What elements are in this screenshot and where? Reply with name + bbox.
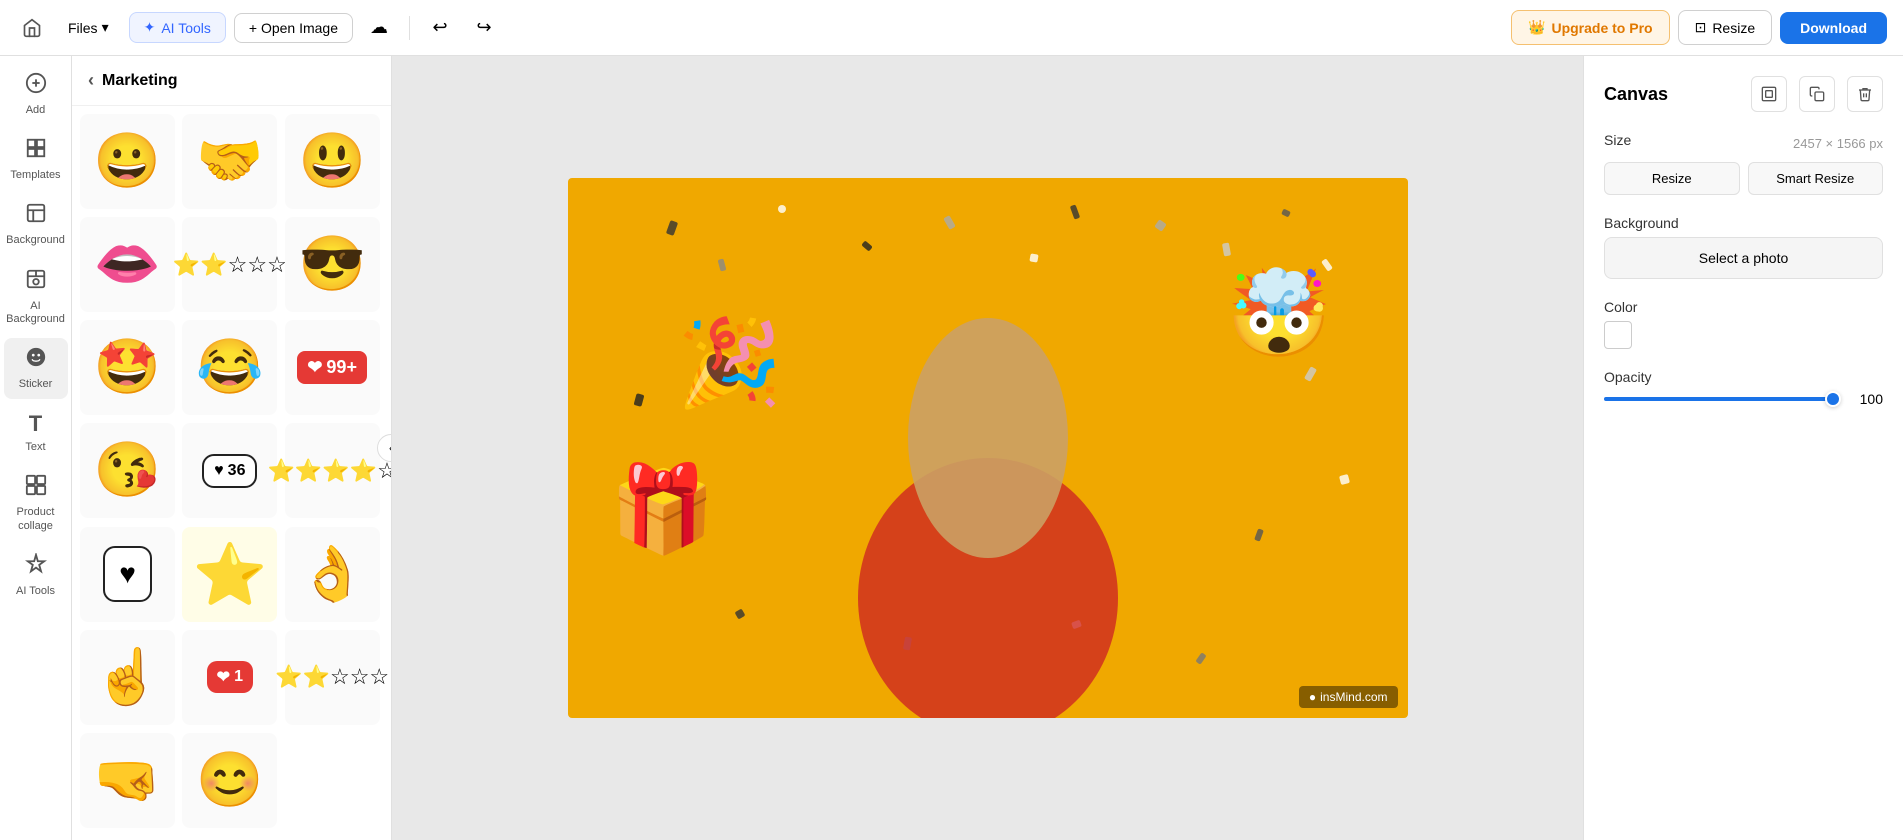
- watermark: ● insMind.com: [1299, 686, 1398, 708]
- sidebar-item-label: Add: [26, 104, 46, 117]
- sidebar-item-label: Sticker: [19, 378, 53, 391]
- main-layout: Add Templates Background AI Background S: [0, 56, 1903, 840]
- sticker-lol[interactable]: 😂: [182, 320, 277, 415]
- sidebar-item-text[interactable]: T Text: [4, 403, 68, 462]
- canvas-sticker-shocked: 🤯: [1226, 264, 1332, 364]
- sticker-star-yellow[interactable]: ⭐: [182, 527, 277, 622]
- sidebar-item-templates[interactable]: Templates: [4, 129, 68, 190]
- sticker-lips[interactable]: 👄: [80, 217, 175, 312]
- right-panel: Canvas Size 2457 × 1566 px Resize: [1583, 56, 1903, 840]
- sidebar-item-background[interactable]: Background: [4, 194, 68, 255]
- opacity-value: 100: [1853, 391, 1883, 407]
- sticker-heart-box[interactable]: ♥: [80, 527, 175, 622]
- ai-background-icon: [25, 268, 47, 296]
- sticker-starstruck[interactable]: 🤩: [80, 320, 175, 415]
- opacity-label: Opacity: [1604, 369, 1883, 385]
- home-button[interactable]: [16, 12, 48, 44]
- sidebar-item-add[interactable]: Add: [4, 64, 68, 125]
- templates-icon: [25, 137, 47, 165]
- sticker-love-count: ❤1: [207, 661, 253, 693]
- sidebar-item-label: AI Background: [6, 300, 65, 326]
- sticker-grin[interactable]: 😃: [285, 114, 380, 209]
- sticker-handshake[interactable]: 🤝: [182, 114, 277, 209]
- download-button[interactable]: Download: [1780, 12, 1887, 44]
- background-section: Background Select a photo: [1604, 215, 1883, 279]
- sidebar-item-ai-background[interactable]: AI Background: [4, 260, 68, 334]
- ai-tools-button[interactable]: ✦ AI Tools: [129, 12, 226, 43]
- left-sidebar: Add Templates Background AI Background S: [0, 56, 72, 840]
- resize-option-button[interactable]: Resize: [1604, 162, 1740, 195]
- color-label: Color: [1604, 299, 1883, 315]
- background-label: Background: [1604, 215, 1883, 231]
- frame-button[interactable]: [1751, 76, 1787, 112]
- sticker-panel-header: ‹ Marketing: [72, 56, 391, 106]
- sticker-stars-2[interactable]: ⭐⭐☆☆☆: [182, 217, 277, 312]
- sidebar-item-label: AI Tools: [16, 585, 55, 598]
- sticker-cool[interactable]: 😎: [285, 217, 380, 312]
- sidebar-item-sticker[interactable]: Sticker: [4, 338, 68, 399]
- ai-tools-sidebar-icon: [25, 553, 47, 581]
- sticker-grid: 😀 🤝 😃 👄 ⭐⭐☆☆☆ 😎 🤩 😂 ❤99+ 😘: [72, 106, 391, 840]
- sticker-fist[interactable]: 🤜: [80, 733, 175, 828]
- upgrade-button[interactable]: 👑 Upgrade to Pro: [1511, 10, 1670, 45]
- background-icon: [25, 202, 47, 230]
- topnav: Files ▾ ✦ AI Tools + Open Image ☁ ↩ ↪ 👑 …: [0, 0, 1903, 56]
- sticker-heart-36[interactable]: ♥36: [182, 423, 277, 518]
- sticker-kiss[interactable]: 😘: [80, 423, 175, 518]
- size-section: Size 2457 × 1566 px Resize Smart Resize: [1604, 132, 1883, 195]
- sticker-ok[interactable]: 👌: [285, 527, 380, 622]
- sticker-badge-99plus: ❤99+: [297, 351, 367, 384]
- canvas-panel-title: Canvas: [1604, 84, 1668, 105]
- sidebar-item-label: Text: [25, 441, 45, 454]
- sticker-stars-2b[interactable]: ⭐⭐☆☆☆: [285, 630, 380, 725]
- canvas-area: 🎉 🎁 🤯 ● insMind.com: [392, 56, 1583, 840]
- canvas-image: 🎉 🎁 🤯 ● insMind.com: [568, 178, 1408, 718]
- sticker-happy[interactable]: 😀: [80, 114, 175, 209]
- sticker-icon: [25, 346, 47, 374]
- files-button[interactable]: Files ▾: [56, 13, 121, 42]
- sticker-99plus[interactable]: ❤99+: [285, 320, 380, 415]
- canvas-sticker-party: 🎉: [677, 313, 783, 413]
- sidebar-item-product-collage[interactable]: Product collage: [4, 466, 68, 540]
- open-image-button[interactable]: + Open Image: [234, 13, 353, 43]
- panel-action-icons: [1751, 76, 1883, 112]
- sticker-smile[interactable]: 😊: [182, 733, 277, 828]
- color-swatch[interactable]: [1604, 321, 1632, 349]
- sticker-panel-title: Marketing: [102, 72, 178, 90]
- size-label: Size: [1604, 132, 1631, 148]
- sidebar-item-ai-tools[interactable]: AI Tools: [4, 545, 68, 606]
- delete-button[interactable]: [1847, 76, 1883, 112]
- sticker-love-1[interactable]: ❤1: [182, 630, 277, 725]
- opacity-slider[interactable]: [1604, 397, 1841, 401]
- redo-button[interactable]: ↪: [466, 10, 502, 46]
- smart-resize-button[interactable]: Smart Resize: [1748, 162, 1884, 195]
- copy-button[interactable]: [1799, 76, 1835, 112]
- cloud-icon[interactable]: ☁: [361, 10, 397, 46]
- sticker-heart-count: ♥36: [202, 454, 257, 488]
- sidebar-item-label: Background: [6, 234, 65, 247]
- sidebar-item-label: Templates: [10, 169, 60, 182]
- undo-button[interactable]: ↩: [422, 10, 458, 46]
- sticker-finger-up[interactable]: ☝️: [80, 630, 175, 725]
- color-section: Color: [1604, 299, 1883, 349]
- text-icon: T: [29, 411, 42, 437]
- back-button[interactable]: ‹: [88, 70, 94, 91]
- product-collage-icon: [25, 474, 47, 502]
- sticker-stars-4[interactable]: ⭐⭐⭐⭐☆: [285, 423, 380, 518]
- select-photo-button[interactable]: Select a photo: [1604, 237, 1883, 279]
- sticker-panel: ‹ Marketing 😀 🤝 😃 👄 ⭐⭐☆☆☆ 😎 🤩 😂 ❤99+: [72, 56, 392, 840]
- resize-button[interactable]: ⊡ Resize: [1678, 10, 1773, 45]
- sidebar-item-label: Product collage: [8, 506, 64, 532]
- add-icon: [25, 72, 47, 100]
- size-value: 2457 × 1566 px: [1793, 136, 1883, 151]
- opacity-section: Opacity 100: [1604, 369, 1883, 407]
